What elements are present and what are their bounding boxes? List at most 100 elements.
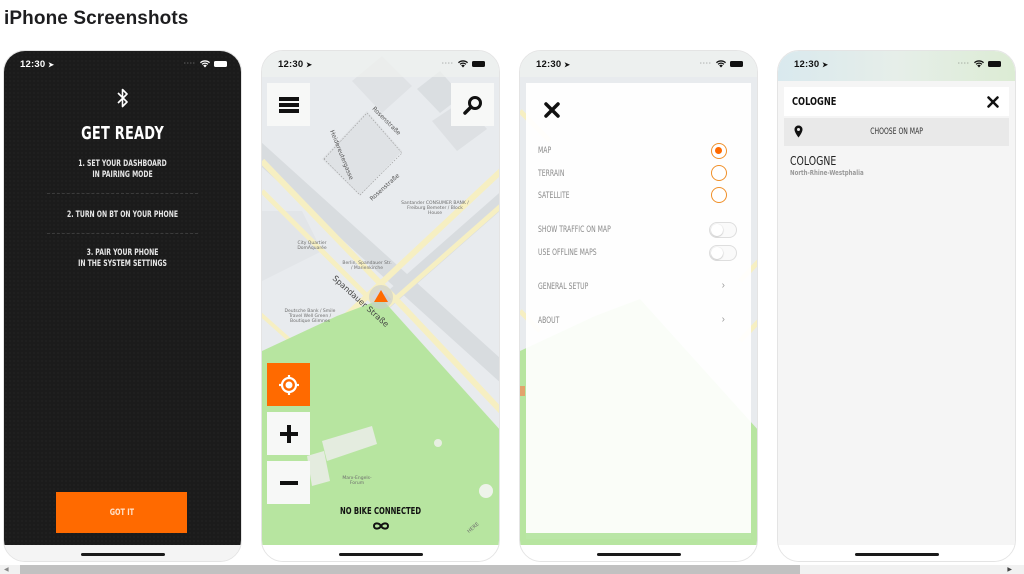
connection-status: NO BIKE CONNECTED — [339, 506, 422, 517]
battery-icon — [988, 61, 1001, 67]
general-setup-link[interactable]: GENERAL SETUP — [538, 282, 588, 292]
search-field[interactable]: COLOGNE — [784, 87, 1009, 116]
wifi-icon — [200, 60, 210, 68]
location-arrow-icon: ➤ — [306, 61, 313, 69]
choose-on-map-label: CHOOSE ON MAP — [784, 127, 1009, 137]
result-name: COLOGNE — [790, 154, 837, 168]
step-line: 2. TURN ON BT ON YOUR PHONE — [66, 210, 179, 220]
pairing-title: GET READY — [81, 123, 164, 144]
pairing-step-2: 2. TURN ON BT ON YOUR PHONE — [37, 210, 208, 221]
status-bar: 12:30 ➤ ···· — [4, 51, 241, 77]
zoom-out-button[interactable] — [267, 461, 310, 504]
offline-maps-toggle[interactable] — [709, 245, 737, 261]
traffic-toggle[interactable] — [709, 222, 737, 238]
poi-label: Deutsche Bank / Smile Travel Well Green … — [284, 309, 336, 324]
step-line: 3. PAIR YOUR PHONE — [86, 248, 159, 258]
divider — [47, 193, 198, 194]
minus-icon — [279, 480, 298, 485]
map-type-label-map: MAP — [538, 146, 552, 156]
scrollbar-thumb[interactable] — [20, 565, 800, 574]
pairing-step-1: 1. SET YOUR DASHBOARD IN PAIRING MODE — [37, 159, 208, 181]
step-line: IN PAIRING MODE — [92, 170, 153, 180]
pairing-step-3: 3. PAIR YOUR PHONE IN THE SYSTEM SETTING… — [37, 248, 208, 270]
toggle-label-offline: USE OFFLINE MAPS — [538, 248, 597, 258]
signal-icon: ···· — [184, 61, 196, 67]
wifi-icon — [716, 60, 726, 68]
bluetooth-icon — [116, 88, 128, 108]
chevron-right-icon[interactable]: › — [722, 280, 725, 291]
close-icon[interactable] — [543, 101, 561, 119]
screenshot-settings[interactable]: 12:30 ➤ ···· MAP TERRAIN SATELLITE SHOW … — [519, 50, 758, 562]
status-time: 12:30 ➤ — [794, 59, 828, 70]
home-indicator — [854, 553, 939, 556]
signal-icon: ···· — [442, 61, 454, 67]
poi-label: Santander CONSUMER BANK / Freiburg Bemet… — [401, 201, 469, 216]
status-icons: ···· — [958, 60, 1001, 68]
time-text: 12:30 — [536, 58, 562, 70]
home-indicator — [338, 553, 423, 556]
search-result-item[interactable]: COLOGNE North-Rhine-Westphalia — [790, 154, 884, 177]
menu-button[interactable] — [267, 83, 310, 126]
step-line: 1. SET YOUR DASHBOARD — [78, 159, 167, 169]
map-type-label-terrain: TERRAIN — [538, 169, 565, 179]
step-line: IN THE SYSTEM SETTINGS — [78, 259, 167, 269]
poi-label: Berlin, Spandauer Str. / Marienkirche — [342, 261, 392, 271]
zoom-in-button[interactable] — [267, 412, 310, 455]
crosshair-icon — [278, 374, 299, 395]
location-arrow-icon: ➤ — [564, 61, 571, 69]
locate-me-button[interactable] — [267, 363, 310, 406]
plus-icon — [279, 424, 298, 443]
status-icons: ···· — [442, 60, 485, 68]
choose-on-map-text: CHOOSE ON MAP — [870, 127, 923, 137]
hamburger-icon — [278, 96, 299, 113]
screenshot-search[interactable]: 12:30 ➤ ···· COLOGNE CHOOSE ON MAP COLOG… — [777, 50, 1016, 562]
result-region: North-Rhine-Westphalia — [790, 169, 864, 177]
status-time: 12:30 ➤ — [536, 59, 570, 70]
screenshot-pairing[interactable]: 12:30 ➤ ···· GET READY 1. SET YOUR DASHB… — [3, 50, 242, 562]
poi-label: Marx-Engels-Forum — [342, 476, 372, 486]
search-icon — [462, 95, 482, 115]
battery-icon — [214, 61, 227, 67]
poi-label: City Quartier DomAquarée — [297, 241, 327, 251]
status-time: 12:30 ➤ — [20, 59, 54, 70]
search-button[interactable] — [451, 83, 494, 126]
wifi-icon — [974, 60, 984, 68]
radio-terrain[interactable] — [711, 165, 727, 181]
status-icons: ···· — [184, 60, 227, 68]
horizontal-scrollbar[interactable]: ◀ ▶ — [0, 565, 1024, 574]
map-type-label-satellite: SATELLITE — [538, 191, 570, 201]
status-bar: 12:30 ➤ ···· — [520, 51, 757, 77]
time-text: 12:30 — [278, 58, 304, 70]
scroll-left-arrow-icon[interactable]: ◀ — [4, 566, 9, 573]
status-icons: ···· — [700, 60, 743, 68]
radio-satellite[interactable] — [711, 187, 727, 203]
link-icon — [372, 522, 389, 530]
toggle-label-traffic: SHOW TRAFFIC ON MAP — [538, 225, 611, 235]
location-arrow-icon: ➤ — [48, 61, 55, 69]
home-indicator — [80, 553, 165, 556]
battery-icon — [472, 61, 485, 67]
about-link[interactable]: ABOUT — [538, 316, 559, 326]
got-it-button[interactable]: GOT IT — [56, 492, 187, 533]
close-icon[interactable] — [987, 95, 999, 108]
got-it-label: GOT IT — [109, 507, 134, 518]
search-query[interactable]: COLOGNE — [792, 95, 836, 108]
home-indicator — [596, 553, 681, 556]
signal-icon: ···· — [958, 61, 970, 67]
screenshot-map[interactable]: Rosenstraße Heidereutergasse Rosenstraße… — [261, 50, 500, 562]
radio-map[interactable] — [711, 143, 727, 159]
location-arrow-icon: ➤ — [822, 61, 829, 69]
battery-icon — [730, 61, 743, 67]
wifi-icon — [458, 60, 468, 68]
time-text: 12:30 — [20, 58, 46, 70]
time-text: 12:30 — [794, 58, 820, 70]
scroll-right-arrow-icon[interactable]: ▶ — [1007, 566, 1012, 573]
section-title: iPhone Screenshots — [4, 8, 189, 29]
status-bar: 12:30 ➤ ···· — [778, 51, 1015, 77]
status-time: 12:30 ➤ — [278, 59, 312, 70]
choose-on-map-button[interactable]: CHOOSE ON MAP — [784, 118, 1009, 146]
chevron-right-icon[interactable]: › — [722, 314, 725, 325]
divider — [47, 233, 198, 234]
signal-icon: ···· — [700, 61, 712, 67]
status-bar: 12:30 ➤ ···· — [262, 51, 499, 77]
